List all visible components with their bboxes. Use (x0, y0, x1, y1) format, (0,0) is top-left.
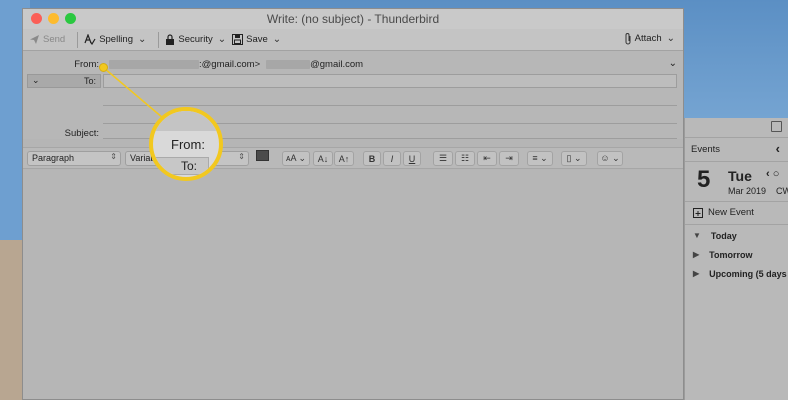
magnified-from-label: From: (171, 137, 205, 152)
magnifier-toolbar-detail (153, 111, 219, 131)
callout-leader-line (103, 67, 164, 119)
magnifier-callout: From: To: (149, 107, 223, 181)
magnified-to-label: To: (181, 159, 198, 173)
callout-anchor-dot (99, 63, 108, 72)
